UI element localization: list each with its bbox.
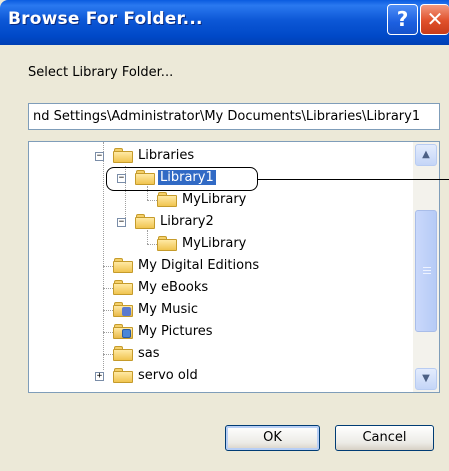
window-title: Browse For Folder...	[8, 9, 203, 29]
collapse-toggle[interactable]: −	[117, 218, 126, 227]
tree-item-label: MyLibrary	[182, 192, 247, 207]
tree-item-my-music[interactable]: My Music	[136, 300, 200, 320]
tree-item-label: sas	[138, 346, 160, 361]
folder-icon	[113, 368, 133, 383]
prompt-label: Select Library Folder...	[28, 65, 174, 80]
ok-button[interactable]: OK	[225, 425, 320, 451]
callout-pointer-line	[258, 179, 449, 180]
tree-line	[147, 230, 148, 244]
tree-item-label: My Digital Editions	[138, 258, 260, 273]
tree-item-servo-old[interactable]: servo old	[136, 366, 200, 386]
tree-item-label: My Pictures	[138, 324, 213, 339]
folder-icon	[113, 258, 133, 273]
folder-open-icon	[113, 148, 133, 163]
thumb-grip	[423, 270, 431, 271]
pictures-folder-icon	[113, 324, 133, 339]
highlight-callout	[106, 167, 258, 191]
music-folder-icon	[113, 302, 133, 317]
tree-item-library2[interactable]: Library2	[158, 212, 216, 232]
folder-icon	[113, 346, 133, 361]
folder-icon	[157, 236, 177, 251]
tree-item-label: Libraries	[138, 148, 195, 163]
tree-item-my-ebooks[interactable]: My eBooks	[136, 278, 210, 298]
tree-item-sas[interactable]: sas	[136, 344, 162, 364]
tree-item-label: Library2	[160, 214, 214, 229]
tree-item-mylibrary[interactable]: MyLibrary	[180, 190, 248, 210]
tree-item-libraries[interactable]: Libraries	[136, 146, 196, 166]
tree-line	[103, 160, 104, 370]
tree-item-label: servo old	[138, 368, 198, 383]
collapse-toggle[interactable]: −	[95, 152, 104, 161]
tree-item-label: My eBooks	[138, 280, 209, 295]
folder-icon	[157, 192, 177, 207]
browse-for-folder-dialog: Browse For Folder... ? ✕ Select Library …	[0, 0, 449, 471]
folder-icon	[113, 280, 133, 295]
tree-item-my-digital-editions[interactable]: My Digital Editions	[136, 256, 261, 276]
scroll-down-button[interactable]: ▼	[415, 368, 437, 390]
tree-item-mylibrary[interactable]: MyLibrary	[180, 234, 248, 254]
tree-item-my-pictures[interactable]: My Pictures	[136, 322, 215, 342]
thumb-grip	[423, 273, 431, 274]
help-button[interactable]: ?	[387, 4, 418, 35]
scroll-thumb[interactable]	[415, 210, 437, 332]
folder-open-icon	[135, 214, 155, 229]
cancel-button[interactable]: Cancel	[335, 425, 434, 451]
tree-item-label: MyLibrary	[182, 236, 247, 251]
tree-item-label: My Music	[138, 302, 199, 317]
thumb-grip	[423, 267, 431, 268]
folder-path-field[interactable]: nd Settings\Administrator\My Documents\L…	[28, 103, 440, 130]
title-bar[interactable]: Browse For Folder... ? ✕	[0, 0, 449, 45]
scroll-up-button[interactable]: ▲	[415, 144, 437, 166]
expand-toggle[interactable]: +	[95, 372, 104, 381]
close-button[interactable]: ✕	[420, 4, 449, 35]
